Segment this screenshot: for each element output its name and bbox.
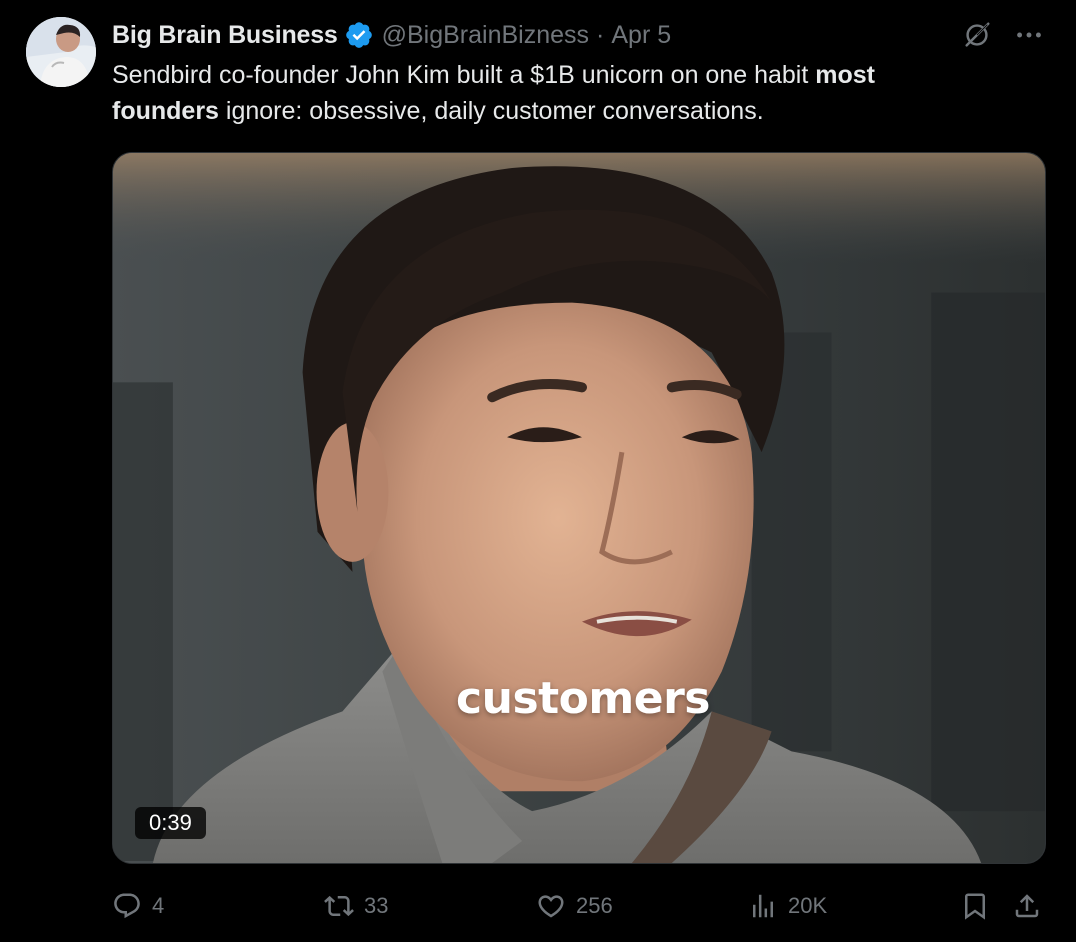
share-icon — [1015, 894, 1039, 918]
tweet-text: Sendbird co-founder John Kim built a $1B… — [112, 57, 1032, 129]
repost-button[interactable]: 33 — [324, 886, 388, 926]
like-count: 256 — [576, 893, 613, 918]
like-button[interactable]: 256 — [536, 886, 613, 926]
repost-icon — [324, 895, 354, 917]
tweet-header: Big Brain Business @BigBrainBizness · Ap… — [112, 18, 671, 52]
reply-icon — [114, 893, 140, 919]
views-button[interactable]: 20K — [748, 886, 827, 926]
share-button[interactable] — [1012, 886, 1042, 926]
verified-badge-icon — [344, 20, 374, 50]
separator-dot: · — [596, 20, 605, 49]
display-name[interactable]: Big Brain Business — [112, 21, 338, 50]
tweet-date[interactable]: Apr 5 — [611, 21, 671, 50]
avatar[interactable] — [26, 17, 96, 87]
top-actions — [960, 18, 1046, 52]
tweet-text-part2: ignore: obsessive, daily customer conver… — [218, 97, 764, 125]
reply-button[interactable]: 4 — [112, 886, 164, 926]
views-count: 20K — [788, 893, 828, 918]
bookmark-icon — [965, 893, 985, 920]
video-player[interactable]: customers 0:39 — [112, 152, 1046, 864]
grok-icon[interactable] — [960, 18, 994, 52]
video-caption: customers — [456, 673, 710, 724]
action-bar: 4 33 256 20K — [112, 886, 1046, 926]
video-duration: 0:39 — [135, 807, 206, 839]
heart-icon — [538, 895, 564, 918]
video-frame-image — [113, 153, 1045, 863]
tweet-text-bold1: most — [815, 61, 875, 89]
bookmark-button[interactable] — [960, 886, 990, 926]
more-icon[interactable] — [1012, 18, 1046, 52]
author-handle[interactable]: @BigBrainBizness — [382, 21, 589, 50]
reply-count: 4 — [152, 893, 165, 918]
tweet-text-bold2: founders — [112, 97, 219, 125]
views-icon — [753, 894, 773, 918]
tweet-text-part1: Sendbird co-founder John Kim built a $1B… — [112, 61, 816, 89]
tweet: Big Brain Business @BigBrainBizness · Ap… — [0, 0, 1076, 942]
repost-count: 33 — [364, 893, 389, 918]
